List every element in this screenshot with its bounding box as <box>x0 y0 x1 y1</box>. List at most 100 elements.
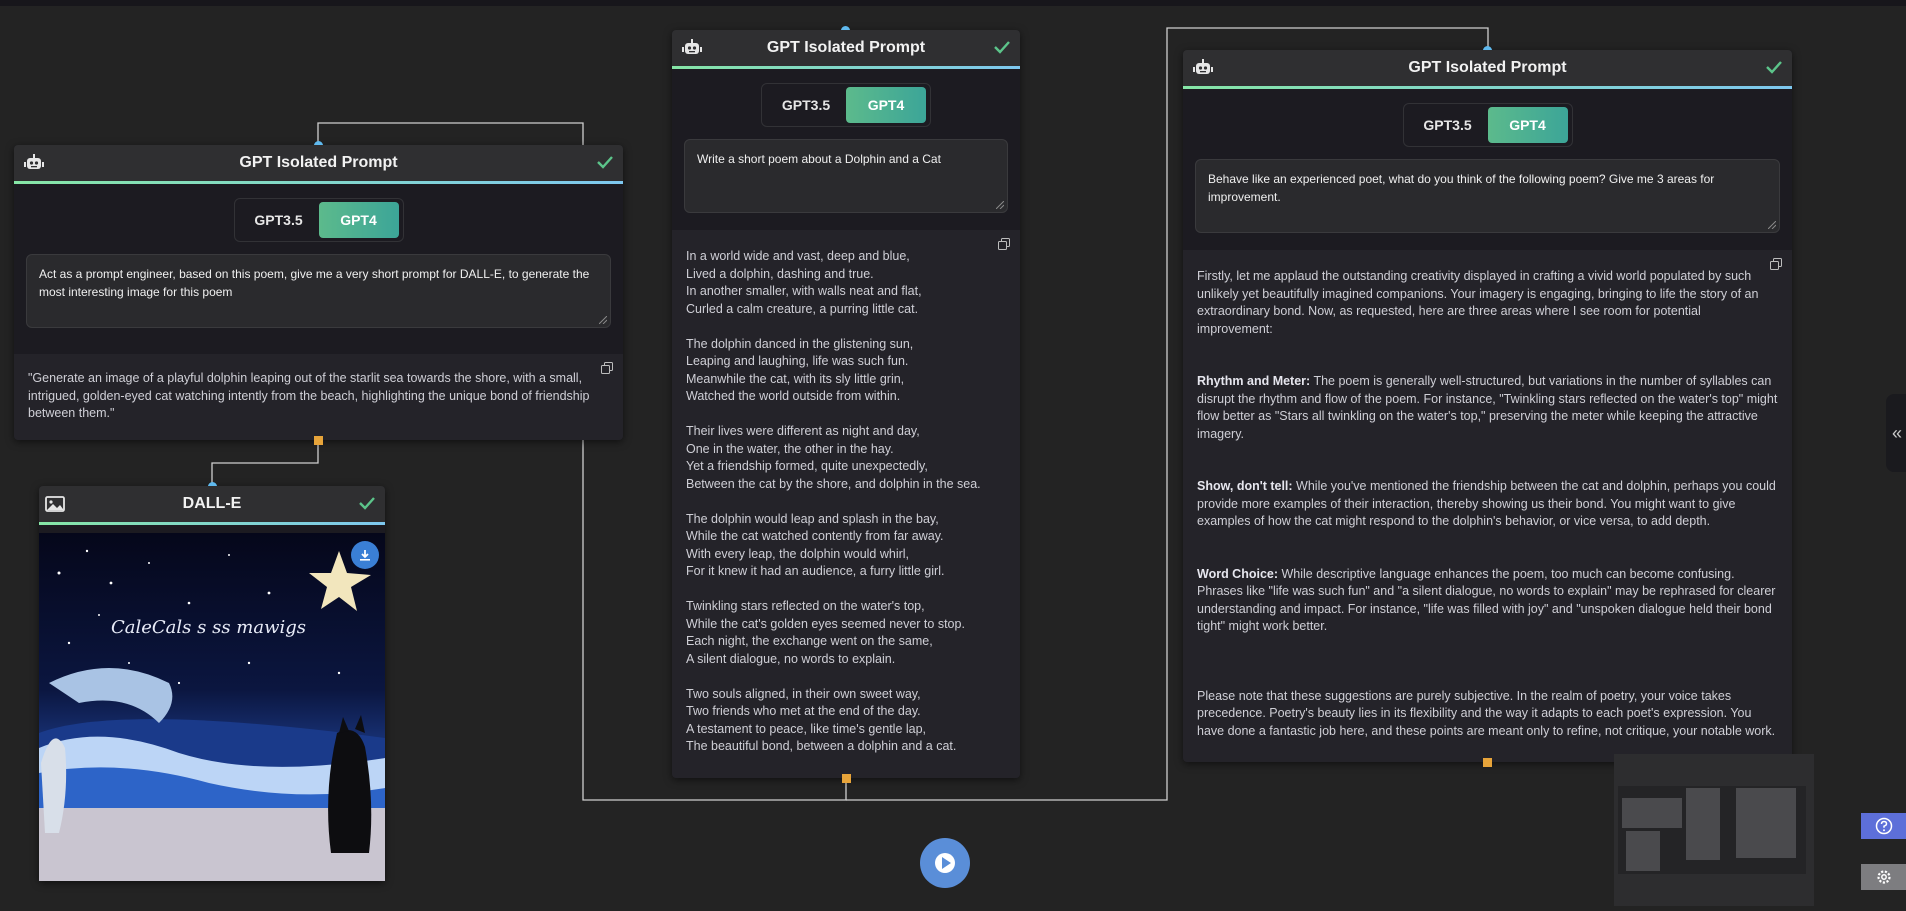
model-toggle: GPT3.5 GPT4 <box>1402 103 1573 147</box>
poem-line: Meanwhile the cat, with its sly little g… <box>686 371 905 386</box>
top-bar <box>0 0 1906 6</box>
prompt-input[interactable]: Act as a prompt engineer, based on this … <box>26 254 611 328</box>
node-header[interactable]: GPT Isolated Prompt <box>672 30 1020 69</box>
copy-icon[interactable] <box>601 362 613 374</box>
poem-stanza: The dolphin would leap and splash in the… <box>686 511 1006 581</box>
prompt-text: Behave like an experienced poet, what do… <box>1208 172 1715 204</box>
poem-line: Lived a dolphin, dashing and true. <box>686 266 874 281</box>
poem-line: Curled a calm creature, a purring little… <box>686 301 919 316</box>
poem-text: In a world wide and vast, deep and blue,… <box>686 248 1006 756</box>
poem-line: The dolphin danced in the glistening sun… <box>686 336 914 351</box>
question-icon <box>1875 817 1892 835</box>
review-intro: Firstly, let me applaud the outstanding … <box>1197 269 1759 336</box>
node-title: GPT Isolated Prompt <box>1408 59 1567 76</box>
option-gpt4[interactable]: GPT4 <box>846 87 926 123</box>
settings-button[interactable] <box>1861 864 1906 890</box>
point-heading: Show, don't tell: <box>1197 479 1293 493</box>
node-header[interactable]: GPT Isolated Prompt <box>14 145 623 184</box>
node-header[interactable]: GPT Isolated Prompt <box>1183 50 1792 89</box>
option-gpt35[interactable]: GPT3.5 <box>766 87 846 123</box>
poem-line: Twinkling stars reflected on the water's… <box>686 599 925 613</box>
help-button[interactable] <box>1861 813 1906 839</box>
copy-icon[interactable] <box>1770 258 1782 270</box>
option-gpt4[interactable]: GPT4 <box>1487 107 1568 143</box>
resize-handle-icon[interactable] <box>1768 221 1776 229</box>
play-icon <box>935 853 955 873</box>
gpt-node-right[interactable]: GPT Isolated Prompt GPT3.5 GPT4 Behave l… <box>1183 46 1792 767</box>
prompt-input[interactable]: Write a short poem about a Dolphin and a… <box>684 139 1008 213</box>
sidebar-collapse-handle[interactable]: « <box>1886 394 1906 472</box>
point-text: While descriptive language enhances the … <box>1197 566 1776 634</box>
model-toggle: GPT3.5 GPT4 <box>233 198 404 242</box>
poem-line: Yet a friendship formed, quite unexpecte… <box>686 459 928 473</box>
response-panel: Firstly, let me applaud the outstanding … <box>1183 250 1792 762</box>
poem-line: Their lives were different as night and … <box>686 424 920 438</box>
check-icon <box>1766 61 1782 74</box>
option-gpt4[interactable]: GPT4 <box>318 202 399 238</box>
robot-icon <box>1193 59 1213 74</box>
gpt-node-center[interactable]: GPT Isolated Prompt GPT3.5 GPT4 Write a … <box>672 26 1020 783</box>
point-heading: Word Choice: <box>1197 566 1279 581</box>
resize-handle-icon[interactable] <box>996 201 1004 209</box>
run-button[interactable] <box>920 838 970 888</box>
prompt-text: Act as a prompt engineer, based on this … <box>39 267 590 299</box>
gpt-node-left[interactable]: GPT Isolated Prompt GPT3.5 GPT4 Act as a… <box>14 141 623 445</box>
poem-line: In another smaller, with walls neat and … <box>686 284 922 298</box>
poem-stanza: The dolphin danced in the glistening sun… <box>686 336 1006 406</box>
response-panel: In a world wide and vast, deep and blue,… <box>672 230 1020 778</box>
poem-line: The dolphin would leap and splash in the… <box>686 511 939 526</box>
copy-icon[interactable] <box>998 238 1010 250</box>
poem-stanza: Two souls aligned, in their own sweet wa… <box>686 686 1006 756</box>
check-icon <box>597 156 613 169</box>
poem-line: A silent dialogue, no words to explain. <box>686 651 896 666</box>
output-port[interactable] <box>314 436 323 445</box>
poem-line: Between the cat by the shore, and dolphi… <box>686 476 981 491</box>
download-icon <box>360 550 370 561</box>
dalle-node[interactable]: DALL-E CaleCals s ss mawigs <box>39 482 385 881</box>
poem-stanza: In a world wide and vast, deep and blue,… <box>686 248 1006 318</box>
check-icon <box>359 497 375 510</box>
minimap[interactable] <box>1614 754 1814 906</box>
point-heading: Rhythm and Meter: <box>1197 374 1311 388</box>
review-point: Word Choice: While descriptive language … <box>1197 566 1778 636</box>
response-text: "Generate an image of a playful dolphin … <box>28 371 590 420</box>
poem-line: Watched the world outside from within. <box>686 389 901 403</box>
minimap-view <box>1618 786 1806 874</box>
robot-icon <box>682 39 702 54</box>
node-title: GPT Isolated Prompt <box>239 154 398 171</box>
node-title: GPT Isolated Prompt <box>766 39 926 56</box>
chevron-double-left-icon: « <box>1891 422 1902 443</box>
prompt-input[interactable]: Behave like an experienced poet, what do… <box>1195 159 1780 233</box>
generated-image: CaleCals s ss mawigs <box>39 533 385 881</box>
response-panel: "Generate an image of a playful dolphin … <box>14 354 623 440</box>
poem-line: A testament to peace, like time's gentle… <box>686 721 927 736</box>
resize-handle-icon[interactable] <box>599 316 607 324</box>
review-point: Show, don't tell: While you've mentioned… <box>1197 478 1778 531</box>
poem-line: Each night, the exchange went on the sam… <box>686 634 933 648</box>
review-outro: Please note that these suggestions are p… <box>1197 688 1776 738</box>
review-point: Rhythm and Meter: The poem is generally … <box>1197 373 1778 443</box>
node-header[interactable]: DALL-E <box>39 486 385 525</box>
option-gpt35[interactable]: GPT3.5 <box>1408 107 1488 143</box>
check-icon <box>994 41 1010 54</box>
poem-stanza: Twinkling stars reflected on the water's… <box>686 598 1006 668</box>
gear-icon <box>1876 870 1891 884</box>
poem-line: Two souls aligned, in their own sweet wa… <box>686 686 921 701</box>
download-button[interactable] <box>351 541 379 569</box>
robot-icon <box>24 154 44 169</box>
model-toggle: GPT3.5 GPT4 <box>761 83 931 127</box>
image-caption: CaleCals s ss mawigs <box>111 617 306 638</box>
poem-line: With every leap, the dolphin would whirl… <box>686 546 910 561</box>
node-title: DALL-E <box>182 495 242 512</box>
poem-line: Two friends who met at the end of the da… <box>686 704 921 718</box>
poem-line: While the cat watched contently from far… <box>686 529 944 543</box>
poem-line: Leaping and laughing, life was such fun. <box>686 354 909 368</box>
output-port[interactable] <box>1483 758 1492 767</box>
output-port[interactable] <box>842 774 851 783</box>
poem-line: One in the water, the other in the hay. <box>686 441 894 456</box>
poem-line: In a world wide and vast, deep and blue, <box>686 249 910 263</box>
poem-stanza: Their lives were different as night and … <box>686 423 1006 493</box>
option-gpt35[interactable]: GPT3.5 <box>239 202 319 238</box>
poem-line: While the cat's golden eyes seemed never… <box>686 616 965 631</box>
poem-line: The beautiful bond, between a dolphin an… <box>686 739 957 753</box>
